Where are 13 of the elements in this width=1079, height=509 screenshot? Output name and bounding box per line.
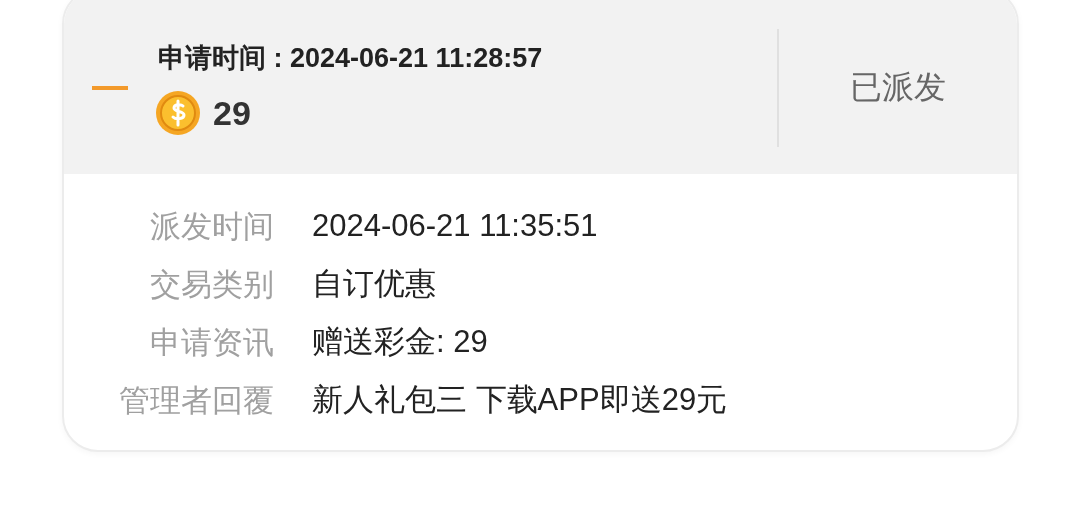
detail-label: 派发时间	[149, 207, 274, 246]
detail-label: 交易类别	[149, 265, 274, 304]
apply-time: 申请时间 : 2024-06-21 11:28:57	[158, 42, 544, 75]
detail-value: 赠送彩金: 29	[312, 323, 489, 361]
coin-amount: 29	[213, 93, 251, 133]
detail-label: 管理者回覆	[118, 381, 274, 420]
detail-label: 申请资讯	[149, 323, 274, 362]
status-text: 已派发	[849, 67, 947, 108]
dash-mark	[92, 86, 128, 90]
coin-icon	[155, 90, 201, 136]
detail-value: 新人礼包三 下载APP即送29元	[312, 381, 729, 419]
detail-value: 2024-06-21 11:35:51	[312, 207, 599, 245]
detail-value: 自订优惠	[312, 265, 437, 303]
